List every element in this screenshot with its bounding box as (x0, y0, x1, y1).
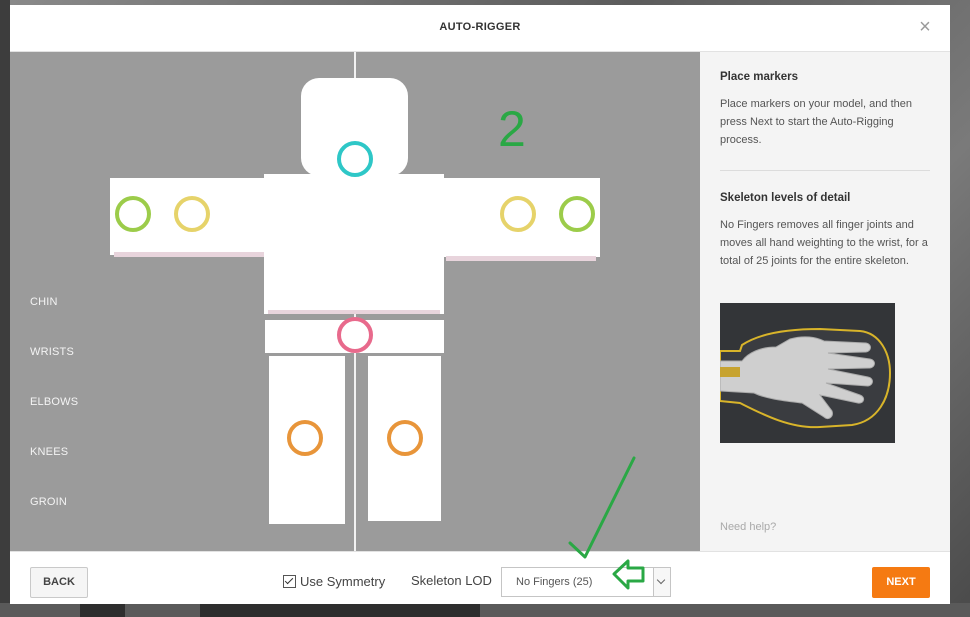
use-symmetry-checkbox[interactable] (283, 574, 296, 588)
help-side-panel: Place markers Place markers on your mode… (700, 52, 950, 551)
skeleton-lod-select[interactable]: No Fingers (25) (501, 567, 671, 597)
marker-label-elbows: ELBOWS (30, 396, 79, 408)
model-head (301, 78, 408, 176)
annotation-number: 2 (498, 101, 526, 157)
next-button[interactable]: NEXT (872, 567, 930, 598)
need-help-link[interactable]: Need help? (720, 521, 776, 533)
model-left-leg (269, 356, 345, 524)
background-bottom (0, 603, 970, 617)
use-symmetry-label: Use Symmetry (300, 573, 386, 589)
model-left-arm (110, 178, 268, 255)
background-strip (0, 0, 10, 617)
skeleton-lod-value: No Fingers (25) (516, 576, 593, 588)
place-markers-heading: Place markers (720, 71, 799, 83)
marker-label-knees: KNEES (30, 446, 69, 458)
marker-label-chin: CHIN (30, 296, 58, 308)
hand-skeleton-image (719, 303, 895, 443)
use-symmetry-toggle[interactable]: Use Symmetry (283, 572, 385, 590)
model-viewport[interactable]: 2 CHIN WRISTS ELBOWS KNEES GROIN (10, 52, 700, 551)
model-right-arm (442, 178, 600, 257)
place-markers-text: Place markers on your model, and then pr… (720, 98, 912, 146)
model-figure: 2 (110, 52, 600, 551)
skeleton-lod-label: Skeleton LOD (411, 573, 492, 588)
skeleton-lod-text: No Fingers removes all finger joints and… (720, 219, 928, 267)
marker-label-wrists: WRISTS (30, 346, 74, 358)
model-hips (265, 320, 444, 353)
dialog-header: AUTO-RIGGER × (10, 5, 950, 52)
chevron-down-icon[interactable] (653, 568, 670, 596)
back-button[interactable]: BACK (30, 567, 88, 598)
model-torso (264, 174, 444, 314)
auto-rigger-dialog: AUTO-RIGGER × 2 CHIN WRISTS ELBOWS KNEES… (10, 5, 950, 604)
dialog-title: AUTO-RIGGER (439, 21, 521, 33)
panel-divider (720, 170, 930, 171)
dialog-footer: BACK Use Symmetry Skeleton LOD No Finger… (10, 551, 950, 604)
close-icon[interactable]: × (916, 17, 934, 37)
skeleton-lod-heading: Skeleton levels of detail (720, 192, 851, 204)
model-right-leg (368, 356, 441, 521)
marker-label-groin: GROIN (30, 496, 68, 508)
